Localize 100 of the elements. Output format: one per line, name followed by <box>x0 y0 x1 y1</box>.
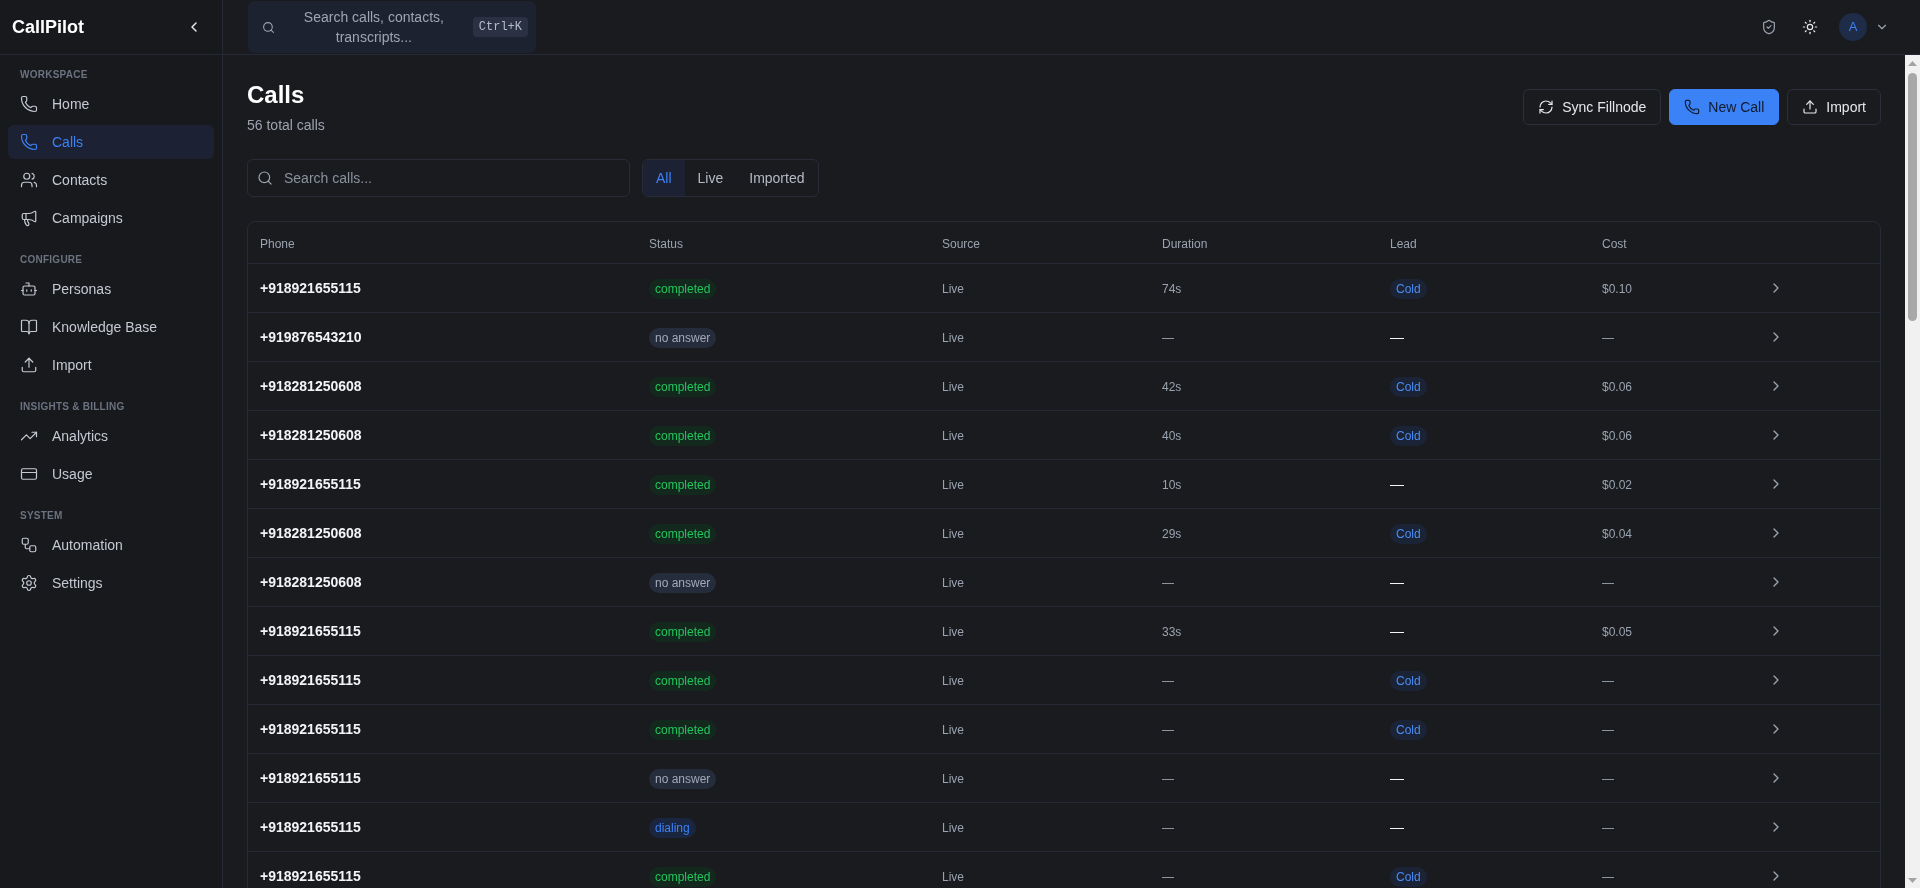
upload-icon <box>20 356 38 374</box>
search-field[interactable]: Search calls... <box>247 159 630 197</box>
nav-item[interactable]: Analytics <box>8 419 214 453</box>
phone-number: +918921655115 <box>260 770 361 786</box>
command-search-button[interactable]: Search calls, contacts, transcripts... Ctrl+K <box>248 1 536 53</box>
sun-icon <box>1802 19 1818 35</box>
phone-number: +918921655115 <box>260 280 361 296</box>
lead-tag: Cold <box>1390 279 1427 299</box>
status-badge: completed <box>649 867 717 887</box>
status-badge: completed <box>649 279 717 299</box>
phone-number: +918281250608 <box>260 574 362 590</box>
nav-item[interactable]: Home <box>8 87 214 121</box>
phone-number: +918921655115 <box>260 623 361 639</box>
source-text: Live <box>942 527 964 541</box>
action-button[interactable]: Import <box>1787 89 1881 125</box>
shield-check-icon <box>1761 19 1777 35</box>
lead-empty-value: — <box>1390 329 1404 345</box>
cost-text: — <box>1602 576 1614 590</box>
nav-item[interactable]: Usage <box>8 457 214 491</box>
avatar-button[interactable]: A <box>1839 13 1867 41</box>
status-badge: no answer <box>649 328 717 348</box>
users-icon <box>20 171 38 189</box>
lead-tag: Cold <box>1390 867 1427 887</box>
source-text: Live <box>942 282 964 296</box>
section-label: CONFIGURE <box>19 253 84 267</box>
filter-tab[interactable]: Imported <box>736 160 818 196</box>
source-text: Live <box>942 723 964 737</box>
status-badge: completed <box>649 720 717 740</box>
search-icon <box>262 20 275 34</box>
action-button[interactable]: Sync Fillnode <box>1523 89 1662 125</box>
lead-tag: Cold <box>1390 377 1427 397</box>
scrollbar-thumb[interactable] <box>1908 73 1917 321</box>
phone-number: +918921655115 <box>260 721 361 737</box>
nav-item[interactable]: Settings <box>8 566 214 600</box>
duration-text: — <box>1162 772 1174 786</box>
column-header: Cost <box>1602 236 1627 251</box>
cost-text: $0.02 <box>1602 478 1633 492</box>
nav-item[interactable]: Knowledge Base <box>8 310 214 344</box>
brand-logo: CallPilot <box>12 15 84 39</box>
phone-number: +918281250608 <box>260 378 362 394</box>
filter-tab[interactable]: Live <box>684 160 737 196</box>
source-text: Live <box>942 331 964 345</box>
cost-text: — <box>1602 772 1614 786</box>
lead-tag: Cold <box>1390 720 1427 740</box>
nav-item[interactable]: Contacts <box>8 163 214 197</box>
cost-text: — <box>1602 723 1614 737</box>
duration-text: — <box>1162 870 1174 884</box>
status-badge: completed <box>649 426 717 446</box>
lead-empty-value: — <box>1390 770 1404 786</box>
cost-text: $0.06 <box>1602 429 1633 443</box>
duration-text: 10s <box>1162 478 1182 492</box>
status-badge: completed <box>649 671 717 691</box>
refresh-icon <box>1538 99 1555 115</box>
settings-icon <box>20 574 38 592</box>
cost-text: $0.06 <box>1602 380 1633 394</box>
nav-item[interactable]: Campaigns <box>8 201 214 235</box>
nav-item[interactable]: Automation <box>8 528 214 562</box>
scrollbar[interactable] <box>1905 55 1920 888</box>
section-label: WORKSPACE <box>19 68 89 82</box>
book-icon <box>20 318 38 336</box>
shortcut-key: Ctrl+K <box>472 17 528 37</box>
source-text: Live <box>942 772 964 786</box>
column-header: Lead <box>1390 236 1417 251</box>
megaphone-icon <box>20 209 38 227</box>
page-title: Calls <box>247 80 306 110</box>
cost-text: $0.05 <box>1602 625 1633 639</box>
cost-text: — <box>1602 870 1614 884</box>
source-text: Live <box>942 429 964 443</box>
source-text: Live <box>942 870 964 884</box>
duration-text: 42s <box>1162 380 1182 394</box>
duration-text: 29s <box>1162 527 1182 541</box>
source-text: Live <box>942 674 964 688</box>
phone-number: +918921655115 <box>260 672 361 688</box>
phone-number: +918281250608 <box>260 427 362 443</box>
lead-tag: Cold <box>1390 671 1427 691</box>
duration-text: — <box>1162 576 1174 590</box>
search-icon <box>257 170 273 186</box>
duration-text: 40s <box>1162 429 1182 443</box>
nav-item[interactable]: Personas <box>8 272 214 306</box>
card-icon <box>20 465 38 483</box>
section-label: INSIGHTS & BILLING <box>19 400 126 414</box>
source-text: Live <box>942 478 964 492</box>
nav-item[interactable]: Calls <box>8 125 214 159</box>
cost-text: — <box>1602 674 1614 688</box>
column-header: Source <box>942 236 981 251</box>
phone-number: +919876543210 <box>260 329 362 345</box>
column-header: Duration <box>1162 236 1208 251</box>
nav-item[interactable]: Import <box>8 348 214 382</box>
source-text: Live <box>942 821 964 835</box>
filter-tab[interactable]: All <box>643 160 685 196</box>
action-button[interactable]: New Call <box>1669 89 1780 125</box>
status-badge: dialing <box>649 818 696 838</box>
cost-text: — <box>1602 821 1614 835</box>
cost-text: $0.10 <box>1602 282 1633 296</box>
workflow-icon <box>20 536 38 554</box>
upload-icon <box>1802 99 1819 115</box>
lead-tag: Cold <box>1390 426 1427 446</box>
status-badge: no answer <box>649 769 717 789</box>
status-badge: completed <box>649 622 717 642</box>
source-text: Live <box>942 576 964 590</box>
